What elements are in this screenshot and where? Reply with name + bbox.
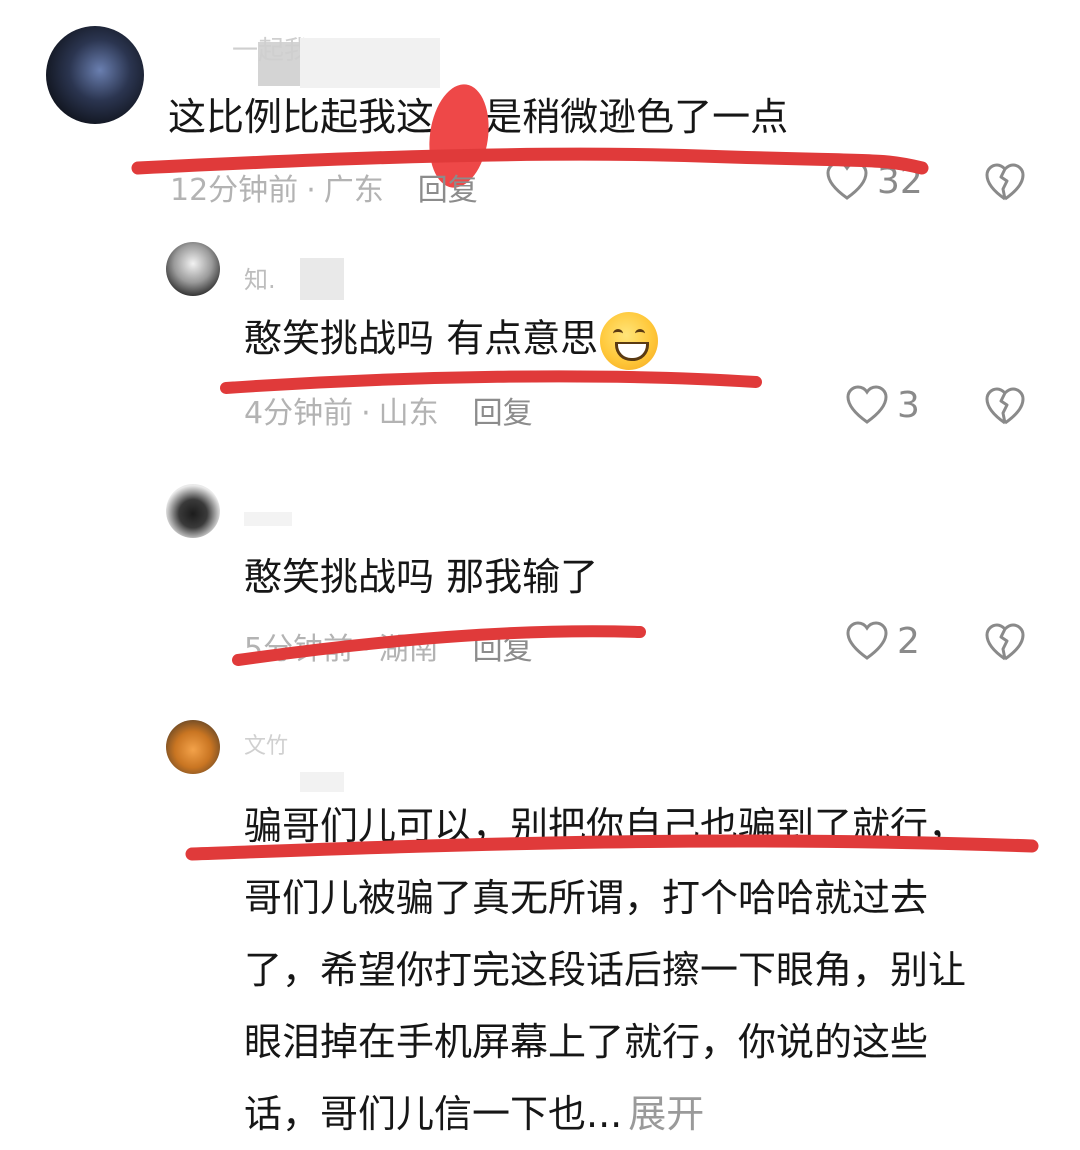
comment-text: 憨笑挑战吗 那我输了 — [244, 555, 599, 599]
annotation-underline — [220, 370, 762, 394]
grinning-face-emoji-icon — [600, 312, 659, 370]
comment-username[interactable]: 一起我 — [232, 30, 310, 67]
comment-time: 5分钟前 — [244, 632, 354, 667]
avatar[interactable] — [166, 242, 220, 296]
broken-heart-icon[interactable] — [984, 386, 1026, 428]
like-button[interactable]: 32 — [825, 160, 923, 202]
heart-outline-icon — [846, 385, 888, 424]
comment-text: 憨笑挑战吗 有点意思 — [244, 312, 659, 370]
comment-username[interactable]: 文竹 — [244, 728, 288, 760]
avatar[interactable] — [46, 26, 144, 124]
comment-time: 4分钟前 — [244, 396, 354, 431]
comment-username[interactable]: 知. — [244, 260, 276, 295]
avatar[interactable] — [166, 720, 220, 774]
username-blur — [300, 38, 440, 88]
like-count: 3 — [897, 384, 920, 426]
like-button[interactable]: 2 — [845, 620, 920, 662]
reply-button[interactable]: 回复 — [418, 173, 478, 208]
expand-button[interactable]: 展开 — [628, 1092, 704, 1136]
like-count: 2 — [897, 620, 920, 662]
comment-location: 山东 — [378, 396, 439, 431]
comment-location: 湖南 — [378, 632, 439, 667]
like-button[interactable]: 3 — [845, 384, 920, 426]
username-blur — [300, 772, 344, 792]
comment-meta: 12分钟前 · 广东 回复 — [170, 173, 478, 208]
heart-outline-icon — [826, 161, 868, 200]
comment-text: 骗哥们儿可以，别把你自己也骗到了就行， 哥们儿被骗了真无所谓，打个哈哈就过去 了… — [244, 804, 967, 1136]
username-blur — [244, 512, 292, 526]
heart-outline-icon — [846, 621, 888, 660]
avatar[interactable] — [166, 484, 220, 538]
comment-meta: 4分钟前 · 山东 回复 — [244, 396, 533, 431]
comment-meta: 5分钟前 · 湖南 回复 — [244, 632, 533, 667]
broken-heart-icon[interactable] — [984, 622, 1026, 664]
username-blur — [300, 258, 344, 300]
reply-button[interactable]: 回复 — [473, 632, 533, 667]
comment-time: 12分钟前 — [170, 173, 299, 208]
reply-button[interactable]: 回复 — [473, 396, 533, 431]
comment-location: 广东 — [323, 173, 384, 208]
broken-heart-icon[interactable] — [984, 162, 1026, 204]
like-count: 32 — [877, 160, 923, 202]
